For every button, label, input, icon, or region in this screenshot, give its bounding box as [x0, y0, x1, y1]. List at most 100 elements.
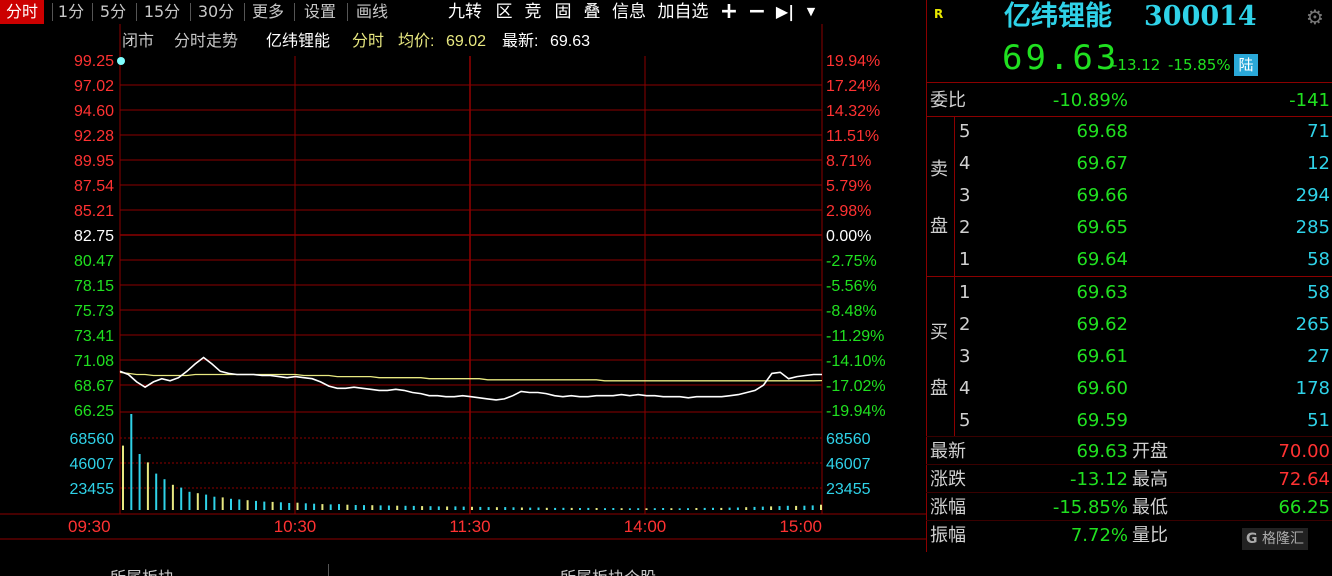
nine-turn-button[interactable]: 九转: [441, 0, 489, 24]
pct-tick-label: -8.48%: [826, 303, 877, 320]
tab-intraday[interactable]: 分时: [0, 0, 44, 24]
volume-tick-label-right: 46007: [826, 456, 871, 473]
volume-bar: [263, 501, 266, 510]
auction-button[interactable]: 竞: [520, 0, 546, 24]
stats-value: -13.12: [1069, 469, 1128, 490]
sell-price: 69.67: [1076, 153, 1128, 174]
volume-bar: [678, 508, 681, 510]
volume-bar: [255, 500, 257, 510]
stats-value: 72.64: [1278, 469, 1330, 490]
volume-tick-label: 68560: [70, 431, 115, 448]
quote-panel: R 亿纬锂能 300014 ⚙ 69.63 -13.12 -15.85% 陆 委…: [926, 0, 1332, 552]
committee-label: 委比: [930, 90, 966, 111]
sell-row: 5 69.68 71: [926, 116, 1332, 148]
info-button[interactable]: 信息: [607, 0, 651, 24]
volume-bar: [354, 505, 357, 510]
chart-stock-name: 亿纬锂能: [266, 32, 330, 50]
time-tick-label: 11:30: [449, 517, 490, 536]
pct-tick-label: -11.29%: [826, 328, 884, 345]
volume-bar: [146, 462, 149, 510]
volume-bar: [379, 505, 382, 510]
add-watchlist-button[interactable]: 加自选: [653, 0, 713, 24]
volume-bar: [363, 505, 365, 510]
sell-volume: 294: [1295, 185, 1330, 206]
buy-volume: 51: [1307, 410, 1330, 431]
volume-bar: [604, 508, 606, 510]
tab-sector[interactable]: 所属板块: [110, 564, 174, 576]
volume-bar: [471, 506, 473, 510]
volume-bar: [412, 505, 415, 510]
price-tick-label: 87.54: [74, 178, 114, 195]
watermark-g-icon: G: [1246, 531, 1258, 547]
tab-more[interactable]: 更多: [245, 0, 291, 24]
pct-tick-label: 19.94%: [826, 53, 880, 70]
range-button[interactable]: 区: [492, 0, 516, 24]
bottom-tabs: 所属板块 所属板块个股: [0, 564, 926, 576]
tab-settings[interactable]: 设置: [295, 0, 345, 24]
skip-end-icon[interactable]: ▶|: [772, 0, 798, 24]
pct-tick-label: 17.24%: [826, 78, 880, 95]
volume-bar: [703, 507, 706, 510]
buy-volume: 265: [1295, 314, 1330, 335]
volume-bar: [570, 507, 573, 510]
price-tick-label: 82.75: [74, 228, 114, 245]
stock-code: 300014: [1144, 1, 1257, 32]
volume-bar: [761, 506, 764, 510]
tab-sector-stocks[interactable]: 所属板块个股: [560, 564, 656, 576]
intraday-chart-svg: 99.25 19.94% 97.02 17.24% 94.60 14.32% 92.28 11…: [0, 24, 926, 540]
volume-bar: [820, 504, 822, 510]
price-tick-label: 66.25: [74, 403, 114, 420]
volume-tick-label-right: 68560: [826, 431, 871, 448]
volume-bar: [404, 505, 407, 510]
stats-label: 最高: [1132, 469, 1168, 490]
volume-bar: [795, 505, 798, 510]
volume-bar: [637, 508, 640, 510]
stats-value: 69.63: [1076, 441, 1128, 462]
pct-tick-label: -5.56%: [826, 278, 877, 295]
price-tick-label: 97.02: [74, 78, 114, 95]
fixed-button[interactable]: 固: [550, 0, 576, 24]
current-price: 69.63: [1002, 38, 1120, 78]
volume-bar: [579, 508, 581, 510]
average-price-line: [119, 371, 823, 382]
market-badge: 陆: [1234, 54, 1258, 76]
volume-bar: [587, 507, 590, 510]
gear-icon[interactable]: ⚙: [1306, 5, 1324, 29]
tab-1min[interactable]: 1分: [53, 0, 89, 24]
volume-bar: [329, 504, 332, 510]
stats-row: 最新 69.63 开盘 70.00: [926, 438, 1332, 466]
volume-bar: [138, 454, 141, 510]
volume-bar: [620, 508, 623, 510]
tab-30min[interactable]: 30分: [191, 0, 241, 24]
price-tick-label: 80.47: [74, 253, 114, 270]
tab-draw[interactable]: 画线: [348, 0, 396, 24]
volume-bar: [537, 507, 540, 510]
overlay-button[interactable]: 叠: [579, 0, 605, 24]
buy-volume: 27: [1307, 346, 1330, 367]
volume-bar: [396, 505, 399, 510]
sell-price: 69.65: [1076, 217, 1128, 238]
sell-volume: 12: [1307, 153, 1330, 174]
sell-row: 4 69.67 12: [926, 148, 1332, 180]
buy-row: 5 69.59 51: [926, 405, 1332, 437]
sell-level: 1: [959, 249, 971, 270]
sell-volume: 71: [1307, 121, 1330, 142]
stats-label: 量比: [1132, 525, 1168, 546]
buy-price: 69.62: [1076, 314, 1128, 335]
volume-bar: [695, 508, 698, 510]
pct-tick-label: 14.32%: [826, 103, 880, 120]
tab-15min[interactable]: 15分: [137, 0, 187, 24]
price-tick-label: 92.28: [74, 128, 114, 145]
plus-icon[interactable]: +: [716, 0, 742, 24]
tab-5min[interactable]: 5分: [93, 0, 133, 24]
pct-tick-label: -19.94%: [826, 403, 886, 420]
volume-bar: [338, 504, 340, 510]
volume-bar: [446, 506, 449, 510]
stats-label: 振幅: [930, 525, 966, 546]
avg-price-label: 均价:: [398, 32, 434, 50]
volume-bar: [504, 507, 507, 510]
dropdown-icon[interactable]: ▼: [801, 0, 821, 24]
minus-icon[interactable]: −: [744, 0, 770, 24]
chart-period: 分时: [352, 32, 384, 50]
volume-bar: [437, 506, 440, 510]
